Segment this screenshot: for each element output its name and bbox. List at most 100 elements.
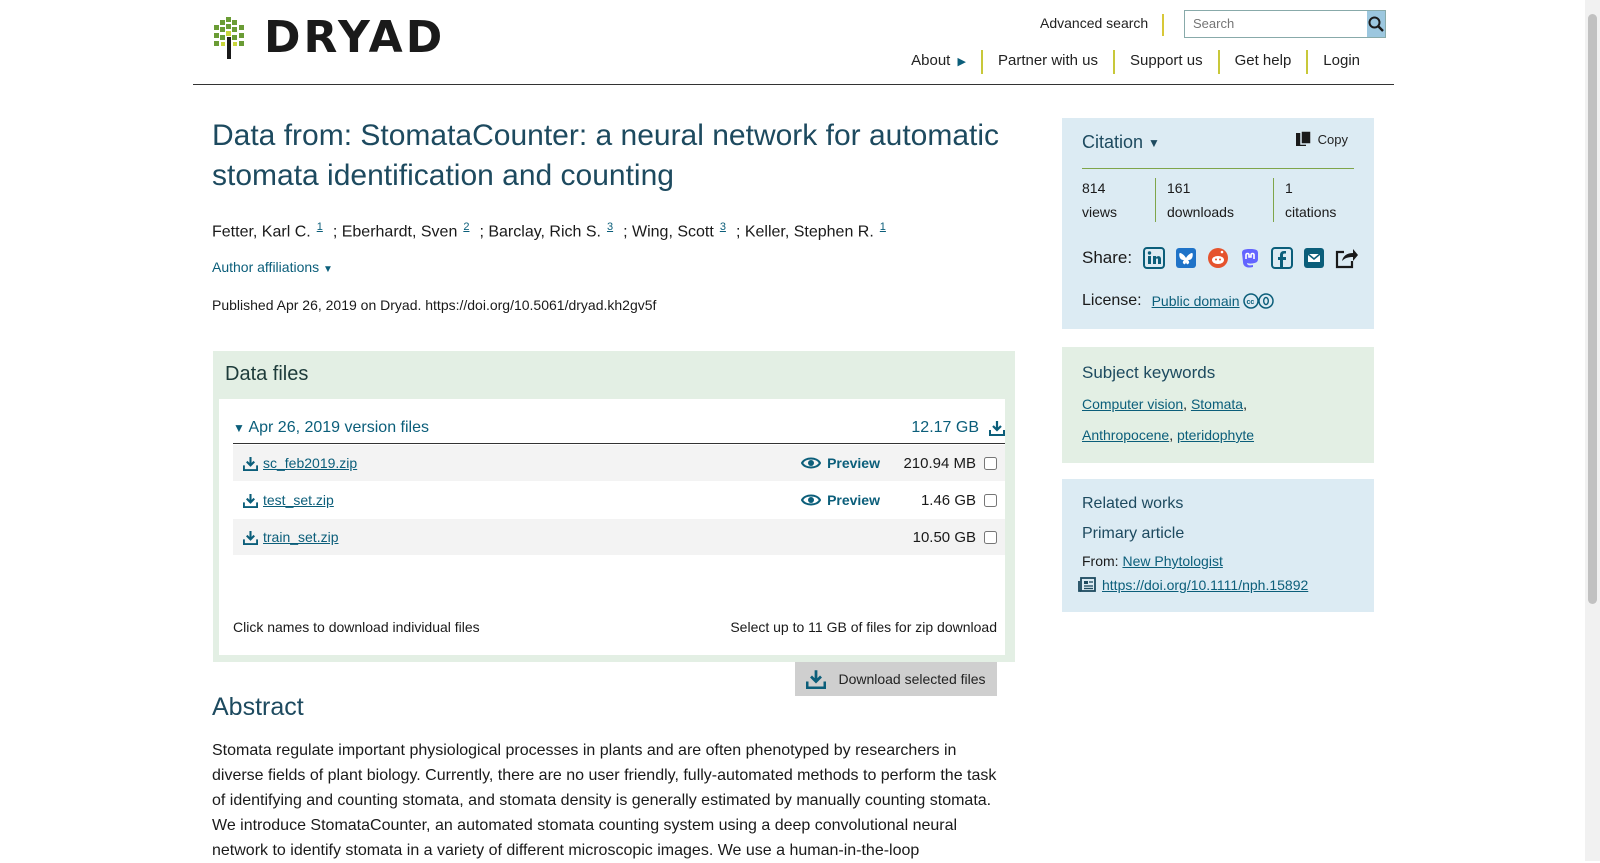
primary-article-heading: Primary article — [1082, 525, 1185, 542]
file-link[interactable]: train_set.zip — [263, 529, 338, 545]
advanced-search-link[interactable]: Advanced search — [1040, 14, 1165, 36]
download-icon — [806, 670, 827, 689]
eye-icon — [801, 457, 822, 469]
citation-heading: Citation — [1082, 132, 1144, 152]
license-label: License: — [1082, 292, 1142, 309]
tree-logo-icon — [214, 17, 244, 59]
file-size: 210.94 MB — [903, 454, 976, 472]
email-icon[interactable] — [1302, 246, 1326, 270]
nav-about[interactable]: About ▶ — [896, 50, 983, 74]
abstract-text: Stomata regulate important physiological… — [212, 742, 997, 859]
dryad-logo[interactable]: DRYAD — [212, 16, 445, 60]
preview-button[interactable]: Preview — [801, 492, 880, 508]
version-label: Apr 26, 2019 version files — [248, 419, 429, 436]
data-files-list: ▼ Apr 26, 2019 version files 12.17 GB sc… — [219, 399, 1005, 696]
author-name: Eberhardt, Sven — [341, 223, 458, 241]
logo-wordmark: DRYAD — [264, 12, 446, 63]
author-name: Fetter, Karl C. — [212, 223, 311, 241]
facebook-icon[interactable] — [1270, 246, 1294, 270]
data-files-panel: Data files ▼ Apr 26, 2019 version files … — [213, 351, 1015, 696]
views-stat: 814 views — [1082, 176, 1117, 224]
file-link[interactable]: sc_feb2019.zip — [263, 455, 357, 471]
primary-article-source: From: New Phytologist — [1082, 553, 1223, 569]
download-icon[interactable] — [237, 456, 263, 471]
header-divider — [193, 84, 1394, 85]
file-row: test_set.zip Preview 1.46 GB — [233, 482, 1005, 518]
cc-zero-icon: cc — [1242, 293, 1274, 309]
share-row: Share: — [1082, 246, 1359, 270]
version-toggle[interactable]: ▼ Apr 26, 2019 version files — [233, 419, 429, 437]
stat-divider — [1155, 178, 1156, 222]
download-selected-label: Download selected files — [838, 671, 986, 687]
affiliation-ref[interactable]: 2 — [463, 221, 469, 233]
scrollbar-thumb[interactable] — [1588, 14, 1597, 604]
page-scrollbar[interactable] — [1585, 0, 1600, 861]
nav-login[interactable]: Login — [1308, 50, 1360, 74]
nav-help[interactable]: Get help — [1220, 50, 1309, 74]
citation-toggle[interactable]: Citation ▼ — [1082, 132, 1160, 153]
from-label: From: — [1082, 553, 1119, 569]
caret-down-icon: ▼ — [323, 264, 333, 275]
download-hint: Click names to download individual files — [233, 619, 480, 635]
affiliation-ref[interactable]: 1 — [880, 221, 886, 233]
file-select-checkbox[interactable] — [984, 530, 997, 544]
author-name: Keller, Stephen R. — [744, 223, 874, 241]
citations-stat: 1 citations — [1285, 176, 1336, 224]
preview-button[interactable]: Preview — [801, 455, 880, 471]
copy-citation-button[interactable]: Copy — [1295, 130, 1348, 148]
journal-link[interactable]: New Phytologist — [1122, 553, 1222, 569]
nav-about-label: About — [911, 52, 951, 69]
nav-support[interactable]: Support us — [1115, 50, 1220, 74]
download-icon — [989, 421, 1005, 436]
downloads-stat: 161 downloads — [1167, 176, 1234, 224]
copy-icon — [1295, 130, 1312, 146]
share-external-icon[interactable] — [1334, 246, 1359, 270]
keyword-link[interactable]: Stomata — [1191, 396, 1243, 412]
search-icon — [1368, 16, 1384, 32]
affiliation-ref[interactable]: 3 — [720, 221, 726, 233]
license-link[interactable]: Public domain — [1152, 293, 1240, 309]
share-label: Share: — [1082, 248, 1133, 267]
keywords-panel: Subject keywords Computer vision, Stomat… — [1062, 347, 1374, 463]
dataset-title: Data from: StomataCounter: a neural netw… — [212, 119, 1000, 192]
bluesky-icon[interactable] — [1174, 246, 1198, 270]
reddit-icon[interactable] — [1206, 246, 1230, 270]
file-size: 10.50 GB — [912, 528, 976, 546]
affiliation-ref[interactable]: 3 — [607, 221, 613, 233]
file-select-checkbox[interactable] — [984, 456, 997, 470]
keyword-link[interactable]: Anthropocene — [1082, 427, 1169, 443]
file-select-checkbox[interactable] — [984, 493, 997, 507]
keyword-link[interactable]: Computer vision — [1082, 396, 1183, 412]
affiliation-ref[interactable]: 1 — [317, 221, 323, 233]
mastodon-icon[interactable] — [1238, 246, 1262, 270]
caret-down-icon: ▼ — [1148, 135, 1160, 150]
search-button[interactable] — [1367, 11, 1385, 37]
views-count: 814 — [1082, 180, 1106, 196]
author-affiliations-toggle[interactable]: Author affiliations ▼ — [212, 259, 333, 275]
author-list: Fetter, Karl C. 1; Eberhardt, Sven 2; Barc… — [212, 221, 886, 241]
views-label: views — [1082, 204, 1118, 220]
keywords-heading: Subject keywords — [1082, 363, 1216, 382]
search-input[interactable] — [1185, 11, 1367, 35]
file-link[interactable]: test_set.zip — [263, 492, 334, 508]
downloads-label: downloads — [1167, 204, 1234, 220]
linkedin-icon[interactable] — [1142, 246, 1166, 270]
svg-text:cc: cc — [1246, 299, 1254, 306]
main-nav: About ▶ Partner with us Support us Get h… — [896, 50, 1360, 74]
citations-count: 1 — [1285, 180, 1293, 196]
total-size: 12.17 GB — [911, 419, 979, 436]
file-row: train_set.zip 10.50 GB — [233, 519, 1005, 555]
publication-info: Published Apr 26, 2019 on Dryad. https:/… — [212, 297, 657, 313]
download-icon[interactable] — [237, 493, 263, 508]
author-name: Barclay, Rich S. — [488, 223, 601, 241]
download-selected-button[interactable]: Download selected files — [795, 662, 997, 696]
keyword-link[interactable]: pteridophyte — [1177, 427, 1254, 443]
nav-partner[interactable]: Partner with us — [983, 50, 1116, 74]
doi-link[interactable]: https://doi.org/10.1111/nph.15892 — [1102, 577, 1308, 593]
download-icon[interactable] — [237, 530, 263, 545]
citation-panel: Citation ▼ Copy 814 views 161 downloads … — [1062, 118, 1374, 329]
license-row: License: Public domain cc — [1082, 292, 1275, 310]
download-all-button[interactable]: 12.17 GB — [911, 419, 1005, 437]
file-row: sc_feb2019.zip Preview 210.94 MB — [233, 445, 1005, 481]
version-header: ▼ Apr 26, 2019 version files 12.17 GB — [233, 413, 1005, 444]
